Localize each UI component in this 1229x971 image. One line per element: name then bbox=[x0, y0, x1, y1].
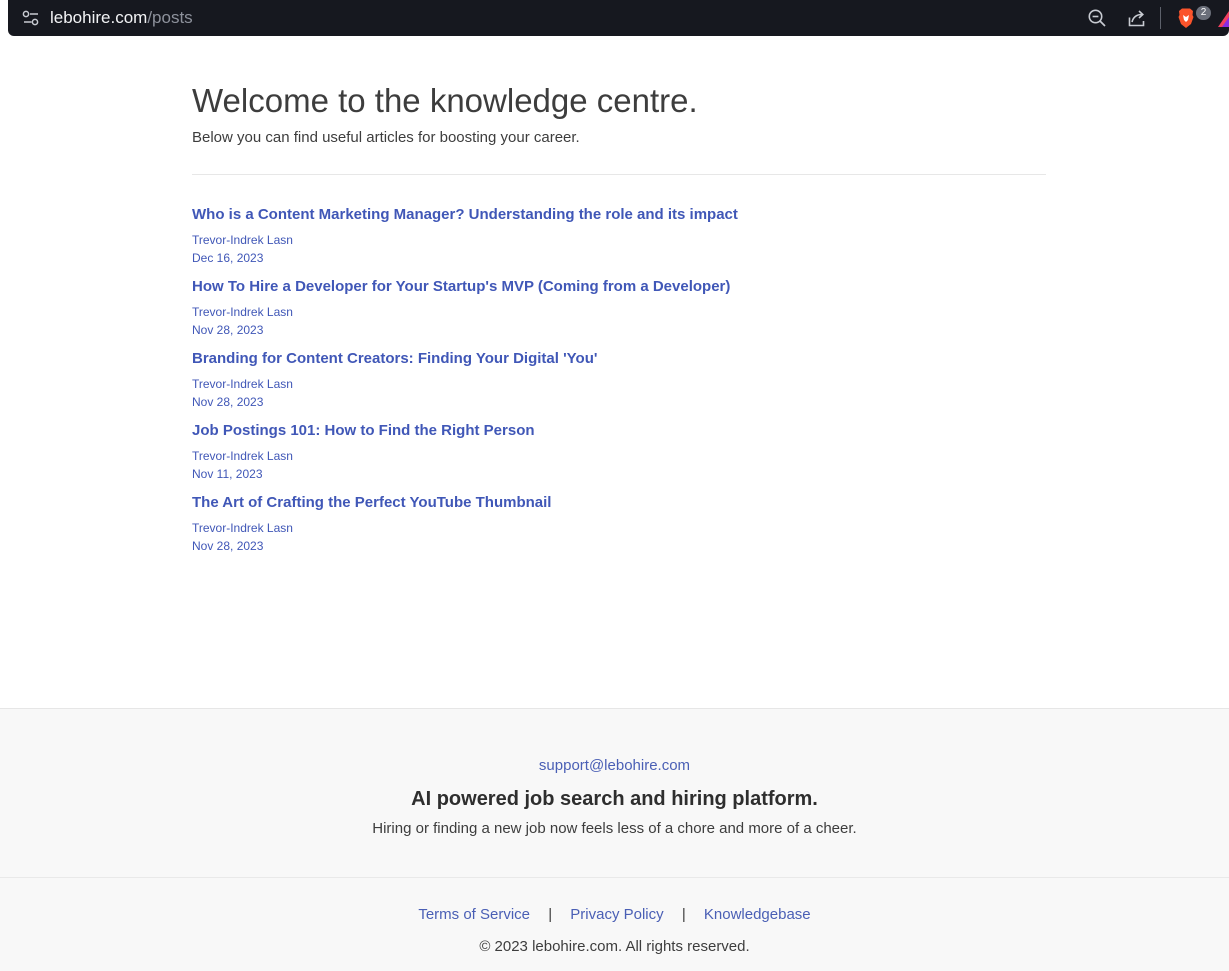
post-title-link[interactable]: How To Hire a Developer for Your Startup… bbox=[192, 277, 730, 297]
post-item: The Art of Crafting the Perfect YouTube … bbox=[192, 493, 1046, 565]
terms-of-service-link[interactable]: Terms of Service bbox=[418, 906, 530, 923]
post-date: Nov 28, 2023 bbox=[192, 539, 264, 553]
toolbar-separator bbox=[1160, 7, 1161, 29]
address-bar[interactable]: lebohire.com/posts 2 bbox=[8, 0, 1229, 36]
share-icon[interactable] bbox=[1127, 8, 1147, 28]
footer-divider bbox=[0, 877, 1229, 878]
post-date: Dec 16, 2023 bbox=[192, 251, 264, 265]
post-author: Trevor-Indrek Lasn bbox=[192, 233, 293, 247]
shield-count-badge: 2 bbox=[1196, 6, 1211, 20]
copyright-text: © 2023 lebohire.com. All rights reserved… bbox=[479, 938, 750, 955]
zoom-icon[interactable] bbox=[1087, 8, 1107, 28]
post-author: Trevor-Indrek Lasn bbox=[192, 377, 293, 391]
post-title-link[interactable]: Job Postings 101: How to Find the Right … bbox=[192, 421, 535, 441]
link-separator: | bbox=[681, 906, 686, 923]
post-item: Branding for Content Creators: Finding Y… bbox=[192, 349, 1046, 421]
site-settings-icon[interactable] bbox=[22, 10, 40, 26]
divider bbox=[192, 174, 1046, 175]
post-author: Trevor-Indrek Lasn bbox=[192, 449, 293, 463]
footer-links: Terms of Service | Privacy Policy | Know… bbox=[0, 905, 1229, 925]
footer-tagline: AI powered job search and hiring platfor… bbox=[411, 788, 818, 810]
url-text[interactable]: lebohire.com/posts bbox=[50, 8, 193, 28]
link-separator: | bbox=[548, 906, 553, 923]
brave-shield-icon[interactable] bbox=[1176, 7, 1196, 28]
brave-rewards-icon[interactable] bbox=[1217, 9, 1229, 29]
post-title-link[interactable]: Branding for Content Creators: Finding Y… bbox=[192, 349, 597, 369]
post-date: Nov 28, 2023 bbox=[192, 395, 264, 409]
page-title: Welcome to the knowledge centre. bbox=[192, 82, 698, 119]
url-host: lebohire.com bbox=[50, 8, 148, 27]
page-subtitle: Below you can find useful articles for b… bbox=[192, 129, 580, 146]
knowledgebase-link[interactable]: Knowledgebase bbox=[704, 906, 811, 923]
privacy-policy-link[interactable]: Privacy Policy bbox=[570, 906, 663, 923]
site-footer: support@lebohire.com AI powered job sear… bbox=[0, 708, 1229, 971]
footer-description: Hiring or finding a new job now feels le… bbox=[372, 820, 857, 837]
post-date: Nov 28, 2023 bbox=[192, 323, 264, 337]
url-path: /posts bbox=[147, 8, 193, 27]
post-item: Who is a Content Marketing Manager? Unde… bbox=[192, 205, 1046, 277]
support-email-link[interactable]: support@lebohire.com bbox=[0, 756, 1229, 776]
post-author: Trevor-Indrek Lasn bbox=[192, 305, 293, 319]
post-item: How To Hire a Developer for Your Startup… bbox=[192, 277, 1046, 349]
browser-toolbar: lebohire.com/posts 2 bbox=[0, 0, 1229, 41]
post-date: Nov 11, 2023 bbox=[192, 467, 263, 481]
post-title-link[interactable]: Who is a Content Marketing Manager? Unde… bbox=[192, 205, 738, 225]
post-author: Trevor-Indrek Lasn bbox=[192, 521, 293, 535]
post-item: Job Postings 101: How to Find the Right … bbox=[192, 421, 1046, 493]
post-title-link[interactable]: The Art of Crafting the Perfect YouTube … bbox=[192, 493, 551, 513]
